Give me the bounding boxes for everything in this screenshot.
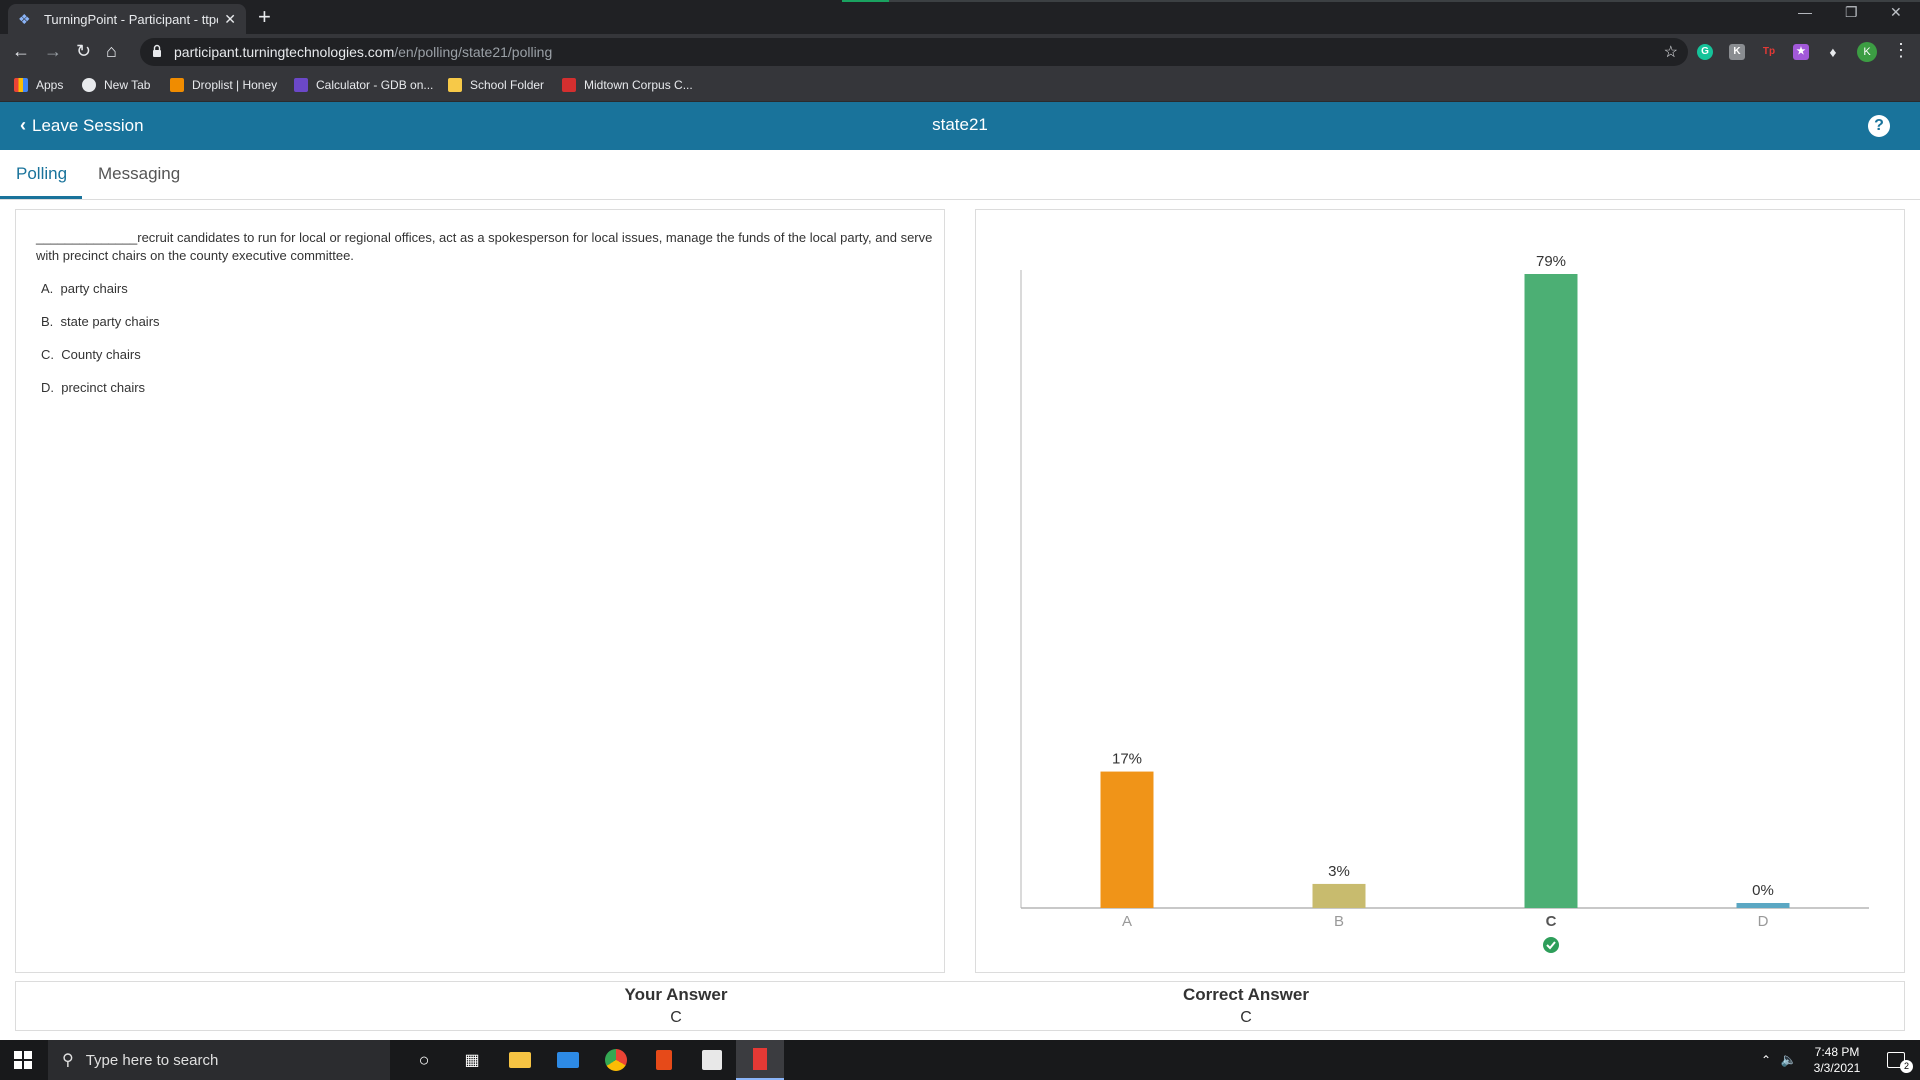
file-explorer-icon[interactable] — [496, 1040, 544, 1080]
turningpoint-app-icon[interactable] — [736, 1040, 784, 1080]
active-tab-indicator — [0, 196, 82, 199]
bookmark-calculator[interactable]: Calculator - GDB on... — [294, 78, 433, 92]
notification-center-button[interactable]: 2 — [1876, 1040, 1916, 1080]
extension-icon[interactable]: K — [1729, 44, 1745, 60]
show-hidden-icons-chevron-icon[interactable]: ⌃ — [1756, 1040, 1776, 1080]
python-app-icon[interactable] — [688, 1040, 736, 1080]
answer-option-c: C. County chairs — [41, 347, 141, 362]
reload-icon[interactable]: ↻ — [76, 41, 91, 61]
browser-tab-strip: ❖ TurningPoint - Participant - ttpoll ✕ … — [0, 0, 1920, 34]
taskbar-search-box[interactable]: ⚲ Type here to search — [48, 1040, 390, 1080]
grammarly-extension-icon[interactable]: G — [1697, 44, 1713, 60]
extensions-puzzle-icon[interactable]: ♦ — [1825, 44, 1841, 60]
answer-summary: Your Answer C Correct Answer C — [15, 981, 1905, 1031]
answer-option-a: A. party chairs — [41, 281, 128, 296]
close-tab-icon[interactable]: ✕ — [224, 11, 236, 28]
honey-extension-icon[interactable]: ★ — [1793, 44, 1809, 60]
bar-value-label-b: 3% — [1328, 863, 1350, 880]
clock-date: 3/3/2021 — [1813, 1061, 1861, 1075]
menu-kebab-icon[interactable]: ⋮ — [1892, 40, 1910, 60]
category-label-d: D — [1758, 913, 1769, 930]
bar-c — [1524, 274, 1578, 908]
windows-taskbar: ⚲ Type here to search ○ ▦ ⌃ 🔈 7:48 PM 3/… — [0, 1040, 1920, 1080]
bar-value-label-d: 0% — [1752, 882, 1774, 899]
bar-a — [1100, 771, 1154, 908]
office-icon[interactable] — [640, 1040, 688, 1080]
forward-icon[interactable]: → — [44, 41, 62, 61]
restore-icon[interactable]: ❐ — [1845, 4, 1858, 21]
cortana-icon[interactable]: ○ — [400, 1040, 448, 1080]
question-body: recruit candidates to run for local or r… — [36, 230, 933, 263]
home-icon[interactable]: ⌂ — [106, 41, 117, 61]
new-tab-icon[interactable]: + — [258, 5, 271, 29]
results-bar-chart: 17% A 3% B 79% C 0% D — [1020, 253, 1869, 953]
volume-muted-icon[interactable]: 🔈 — [1778, 1040, 1800, 1080]
bookmark-apps[interactable]: Apps — [14, 78, 63, 92]
session-name: state21 — [932, 115, 988, 134]
answer-option-d: D. precinct chairs — [41, 380, 146, 395]
answer-option-b: B. state party chairs — [41, 314, 160, 329]
notification-count-badge: 2 — [1900, 1060, 1913, 1073]
clock-time: 7:48 PM — [1814, 1045, 1860, 1059]
bar-b — [1312, 883, 1366, 908]
turningpoint-favicon-icon: ❖ — [18, 11, 31, 27]
your-answer-value: C — [670, 1009, 682, 1026]
bookmark-new-tab[interactable]: New Tab — [82, 78, 150, 92]
address-bar[interactable]: participant.turningtechnologies.com/en/p… — [140, 38, 1688, 66]
folder-icon — [448, 78, 462, 92]
close-window-icon[interactable]: ✕ — [1890, 4, 1902, 21]
minimize-icon[interactable]: — — [1798, 4, 1812, 20]
taskbar-search-placeholder: Type here to search — [85, 1051, 219, 1069]
tab-polling[interactable]: Polling — [16, 164, 67, 184]
mail-icon[interactable] — [544, 1040, 592, 1080]
system-clock[interactable]: 7:48 PM 3/3/2021 — [1802, 1044, 1872, 1076]
windows-logo-icon — [14, 1051, 32, 1069]
loading-indicator — [842, 0, 1920, 2]
tab-messaging[interactable]: Messaging — [98, 164, 180, 184]
profile-avatar[interactable]: K — [1857, 42, 1877, 62]
search-icon: ⚲ — [62, 1052, 74, 1069]
honey-icon — [170, 78, 184, 92]
bar-d — [1736, 903, 1790, 908]
globe-icon — [82, 78, 96, 92]
category-label-a: A — [1122, 913, 1132, 930]
bookmark-school-folder[interactable]: School Folder — [448, 78, 544, 92]
task-view-icon[interactable]: ▦ — [448, 1040, 496, 1080]
correct-answer-label: Correct Answer — [1183, 985, 1309, 1004]
question-blank: ______________ — [36, 230, 138, 245]
bookmarks-bar: Apps New Tab Droplist | Honey Calculator… — [0, 70, 1920, 102]
correct-answer-value: C — [1240, 1009, 1252, 1026]
lock-icon — [153, 44, 161, 57]
results-panel: 17% A 3% B 79% C 0% D — [975, 209, 1905, 973]
tab-title: TurningPoint - Participant - ttpoll — [43, 11, 219, 27]
bookmark-site-icon — [562, 78, 576, 92]
browser-tab[interactable]: ❖ TurningPoint - Participant - ttpoll ✕ — [8, 4, 246, 34]
chrome-icon[interactable] — [592, 1040, 640, 1080]
url-text: participant.turningtechnologies.com/en/p… — [174, 44, 553, 60]
back-icon[interactable]: ← — [12, 41, 30, 61]
category-label-c: C — [1546, 913, 1557, 930]
sub-tabs: Polling Messaging — [0, 150, 1920, 200]
bookmark-droplist-honey[interactable]: Droplist | Honey — [170, 78, 277, 92]
lightning-icon — [294, 78, 308, 92]
apps-grid-icon — [14, 78, 28, 92]
bookmark-midtown-corpus[interactable]: Midtown Corpus C... — [562, 78, 693, 92]
turningpoint-extension-icon[interactable]: Tp — [1761, 44, 1777, 60]
bar-value-label-c: 79% — [1536, 253, 1566, 270]
bar-value-label-a: 17% — [1112, 751, 1142, 768]
app-header: ‹ Leave Session state21 ? — [0, 102, 1920, 150]
bookmark-star-icon[interactable]: ☆ — [1664, 42, 1678, 62]
browser-toolbar: ← → ↻ ⌂ participant.turningtechnologies.… — [0, 34, 1920, 70]
correct-check-icon — [1543, 937, 1559, 953]
your-answer-label: Your Answer — [624, 985, 728, 1004]
start-button[interactable] — [0, 1040, 46, 1080]
question-panel: ______________recruit candidates to run … — [15, 209, 945, 973]
category-label-b: B — [1334, 913, 1344, 930]
question-text: ______________recruit candidates to run … — [36, 229, 936, 265]
help-icon[interactable]: ? — [1868, 115, 1890, 137]
